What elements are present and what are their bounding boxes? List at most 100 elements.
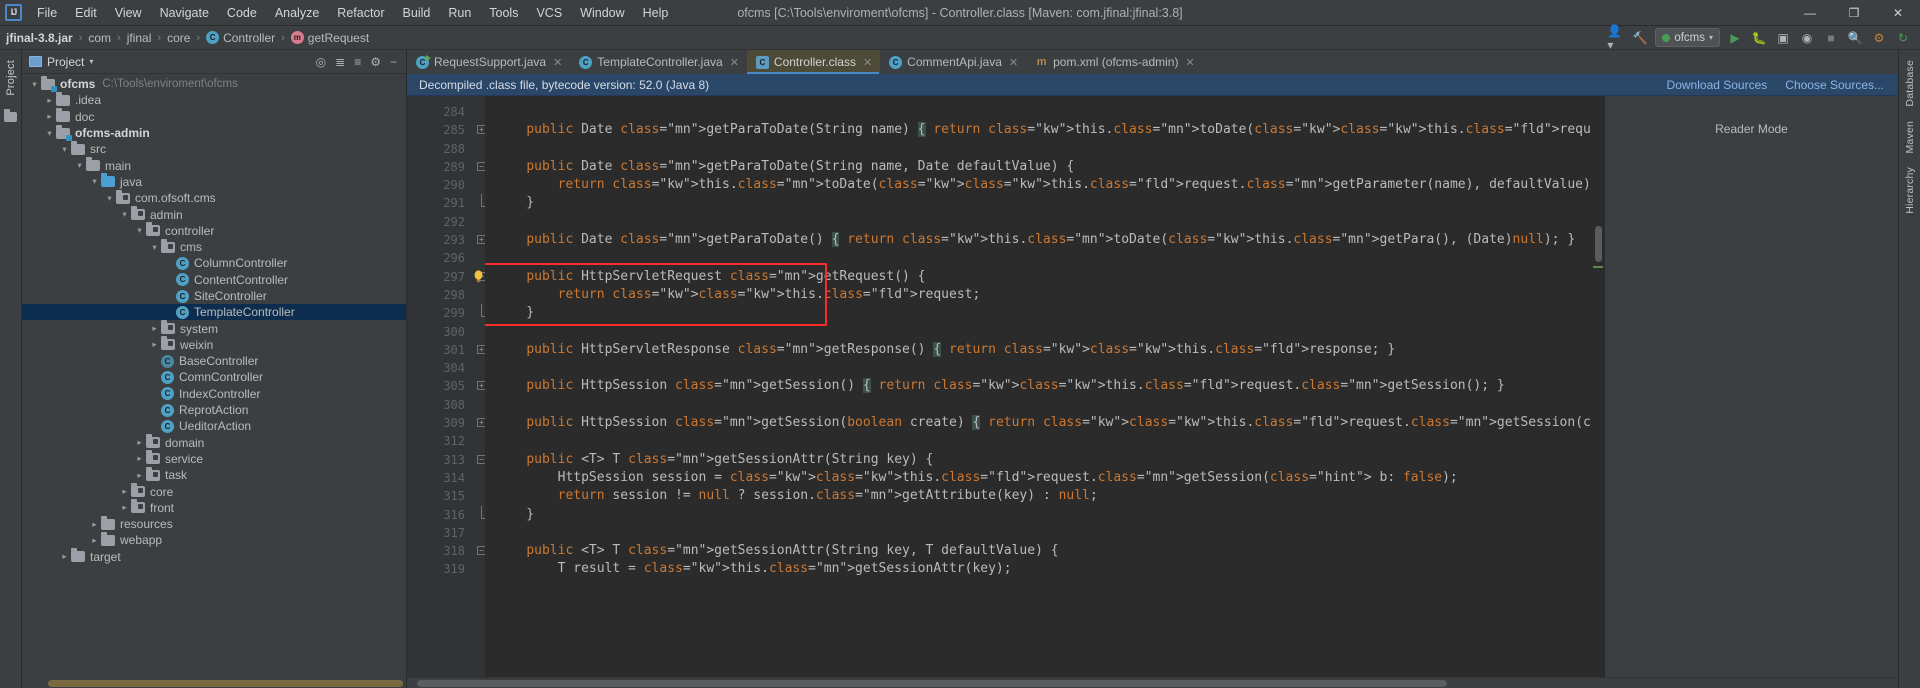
- gear-icon[interactable]: ⚙: [370, 55, 381, 69]
- tree-node-domain[interactable]: ▸ domain: [22, 434, 406, 451]
- chevron-right-icon[interactable]: ▸: [133, 453, 146, 464]
- code-line[interactable]: public Date class="mn">getParaToDate(Str…: [485, 158, 1590, 176]
- code-line[interactable]: [485, 432, 1590, 450]
- code-line[interactable]: [485, 103, 1590, 121]
- code-line[interactable]: [485, 140, 1590, 158]
- tree-node-sitecontroller[interactable]: C SiteController: [22, 288, 406, 304]
- menu-item-edit[interactable]: Edit: [66, 2, 106, 24]
- code-line[interactable]: }: [485, 194, 1590, 212]
- line-number-gutter[interactable]: 284 285+ 288 289− 290291 292 293+ 296 297−298 299…: [407, 96, 486, 677]
- chevron-right-icon[interactable]: ▸: [43, 95, 56, 106]
- editor-vertical-scrollbar[interactable]: [1590, 96, 1604, 677]
- tree-node-cms[interactable]: ▾ cms: [22, 238, 406, 255]
- editor-tab-templatecontroller-java[interactable]: C TemplateController.java ✕: [570, 50, 747, 74]
- tree-node-service[interactable]: ▸ service: [22, 450, 406, 467]
- tree-node-target[interactable]: ▸ target: [22, 548, 406, 565]
- chevron-down-icon[interactable]: ▾: [89, 57, 93, 66]
- tree-node-indexcontroller[interactable]: C IndexController: [22, 386, 406, 402]
- code-line[interactable]: public Date class="mn">getParaToDate(Str…: [485, 121, 1590, 139]
- tree-node-ofcms[interactable]: ▾ ofcms C:\Tools\enviroment\ofcms: [22, 75, 406, 92]
- editor-tab-pom-xml-ofcms-admin-[interactable]: m pom.xml (ofcms-admin) ✕: [1026, 50, 1203, 74]
- expand-icon[interactable]: ≡: [354, 55, 361, 69]
- code-line[interactable]: T result = class="kw">this.class="mn">ge…: [485, 560, 1590, 578]
- editor-horizontal-scrollbar[interactable]: [407, 677, 1898, 688]
- settings-icon[interactable]: ⚙: [1870, 29, 1888, 47]
- breadcrumb-item-jfinal[interactable]: jfinal: [127, 31, 152, 45]
- menu-item-build[interactable]: Build: [394, 2, 440, 24]
- menu-item-vcs[interactable]: VCS: [527, 2, 571, 24]
- close-icon[interactable]: ✕: [863, 56, 872, 69]
- close-button[interactable]: ✕: [1876, 0, 1920, 26]
- code-line[interactable]: [485, 213, 1590, 231]
- code-line[interactable]: }: [485, 304, 1590, 322]
- scrollbar-thumb[interactable]: [417, 680, 1447, 687]
- close-icon[interactable]: ✕: [730, 56, 739, 69]
- project-horizontal-scrollbar[interactable]: [22, 679, 406, 688]
- user-icon[interactable]: 👤▾: [1607, 24, 1625, 52]
- breadcrumb-item-com[interactable]: com: [88, 31, 111, 45]
- tree-node-resources[interactable]: ▸ resources: [22, 515, 406, 532]
- editor-tab-commentapi-java[interactable]: C CommentApi.java ✕: [880, 50, 1026, 74]
- code-line[interactable]: public HttpServletResponse class="mn">ge…: [485, 341, 1590, 359]
- target-icon[interactable]: ◎: [316, 55, 326, 69]
- coverage-icon[interactable]: ▣: [1774, 29, 1792, 47]
- code-line[interactable]: public HttpSession class="mn">getSession…: [485, 414, 1590, 432]
- profile-icon[interactable]: ◉: [1798, 29, 1816, 47]
- menu-item-navigate[interactable]: Navigate: [151, 2, 218, 24]
- close-icon[interactable]: ✕: [1009, 56, 1018, 69]
- collapse-icon[interactable]: ≣: [335, 55, 345, 69]
- tree-node-basecontroller[interactable]: C BaseController: [22, 353, 406, 369]
- menu-item-help[interactable]: Help: [634, 2, 678, 24]
- code-line[interactable]: return session != null ? session.class="…: [485, 487, 1590, 505]
- code-line[interactable]: public <T> T class="mn">getSessionAttr(S…: [485, 542, 1590, 560]
- tree-node--idea[interactable]: ▸ .idea: [22, 91, 406, 108]
- menu-item-window[interactable]: Window: [571, 2, 633, 24]
- menu-item-view[interactable]: View: [106, 2, 151, 24]
- tree-node-weixin[interactable]: ▸ weixin: [22, 336, 406, 353]
- code-content[interactable]: public Date class="mn">getParaToDate(Str…: [485, 96, 1590, 677]
- rail-item-maven[interactable]: Maven: [1904, 115, 1916, 160]
- folder-icon[interactable]: [4, 108, 17, 122]
- code-line[interactable]: [485, 249, 1590, 267]
- rail-item-project[interactable]: Project: [5, 54, 17, 102]
- breadcrumb-item-jar[interactable]: jfinal-3.8.jar: [6, 31, 73, 45]
- breadcrumb-item-core[interactable]: core: [167, 31, 190, 45]
- run-configuration-selector[interactable]: ofcms ▾: [1655, 28, 1720, 47]
- chevron-right-icon[interactable]: ▸: [88, 519, 101, 530]
- tree-node-ofcms-admin[interactable]: ▾ ofcms-admin: [22, 124, 406, 141]
- chevron-right-icon[interactable]: ▸: [133, 437, 146, 448]
- tree-node-admin[interactable]: ▾ admin: [22, 206, 406, 222]
- download-sources-link[interactable]: Download Sources: [1667, 78, 1768, 92]
- code-line[interactable]: return class="kw">this.class="mn">toDate…: [485, 176, 1590, 194]
- tree-node-controller[interactable]: ▾ controller: [22, 222, 406, 239]
- chevron-right-icon[interactable]: ▸: [148, 323, 161, 334]
- code-line[interactable]: return class="kw">class="kw">this.class=…: [485, 286, 1590, 304]
- chevron-right-icon[interactable]: ▸: [118, 502, 131, 513]
- chevron-right-icon[interactable]: ▸: [118, 486, 131, 497]
- editor-tab-requestsupport-java[interactable]: C RequestSupport.java ✕: [407, 50, 570, 74]
- code-line[interactable]: HttpSession session = class="kw">class="…: [485, 469, 1590, 487]
- menu-item-file[interactable]: File: [28, 2, 66, 24]
- chevron-down-icon[interactable]: ▾: [133, 225, 146, 236]
- tree-node-contentcontroller[interactable]: C ContentController: [22, 272, 406, 288]
- chevron-right-icon[interactable]: ▸: [133, 470, 146, 481]
- chevron-down-icon[interactable]: ▾: [43, 128, 56, 139]
- code-line[interactable]: [485, 323, 1590, 341]
- tree-node-front[interactable]: ▸ front: [22, 499, 406, 516]
- code-line[interactable]: public Date class="mn">getParaToDate() {…: [485, 231, 1590, 249]
- tree-node-columncontroller[interactable]: C ColumnController: [22, 255, 406, 271]
- update-icon[interactable]: ↻: [1894, 29, 1912, 47]
- choose-sources-link[interactable]: Choose Sources...: [1785, 78, 1884, 92]
- chevron-right-icon[interactable]: ▸: [58, 551, 71, 562]
- menu-item-run[interactable]: Run: [439, 2, 480, 24]
- tree-node-src[interactable]: ▾ src: [22, 140, 406, 157]
- chevron-right-icon[interactable]: ▸: [148, 339, 161, 350]
- project-tree[interactable]: ▾ ofcms C:\Tools\enviroment\ofcms ▸ .idea ▸ do…: [22, 74, 406, 679]
- code-line[interactable]: public HttpServletRequest class="mn">get…: [485, 268, 1590, 286]
- chevron-right-icon[interactable]: ▸: [88, 535, 101, 546]
- code-line[interactable]: public HttpSession class="mn">getSession…: [485, 377, 1590, 395]
- code-line[interactable]: [485, 524, 1590, 542]
- minimize-button[interactable]: —: [1788, 0, 1832, 26]
- run-icon[interactable]: ▶: [1726, 29, 1744, 47]
- code-line[interactable]: public <T> T class="mn">getSessionAttr(S…: [485, 451, 1590, 469]
